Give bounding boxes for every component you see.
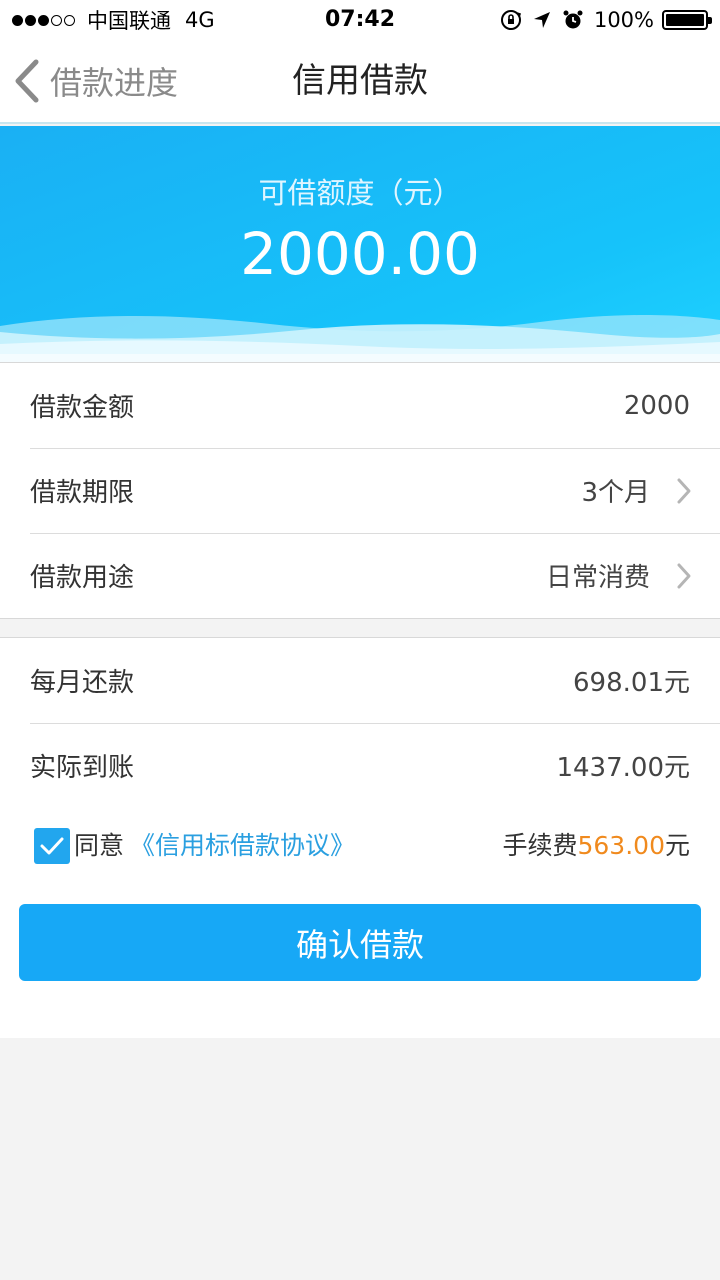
rotation-lock-icon xyxy=(500,9,522,31)
loan-details-section: 借款金额 2000 借款期限 3个月 借款用途 日常消费 xyxy=(0,362,720,619)
actual-received-label: 实际到账 xyxy=(30,753,135,783)
actual-received-row: 实际到账 1437.00元 xyxy=(0,723,720,808)
carrier-name: 中国联通 xyxy=(87,9,171,33)
network-type: 4G xyxy=(185,8,215,32)
chevron-right-icon xyxy=(677,478,691,504)
confirm-loan-button[interactable]: 确认借款 xyxy=(19,904,701,981)
monthly-repayment-row: 每月还款 698.01元 xyxy=(0,638,720,723)
status-left: 中国联通 4G xyxy=(12,0,215,40)
loan-term-value: 3个月 xyxy=(581,478,650,508)
monthly-repayment-value: 698.01元 xyxy=(573,668,690,698)
loan-amount-label: 借款金额 xyxy=(30,393,135,423)
location-arrow-icon xyxy=(532,10,552,30)
back-button-label: 借款进度 xyxy=(50,64,179,102)
agree-checkbox[interactable] xyxy=(34,828,70,864)
back-button[interactable]: 借款进度 xyxy=(14,58,178,104)
service-fee: 手续费563.00元 xyxy=(502,828,690,864)
signal-strength-icon xyxy=(12,14,77,26)
loan-amount-row: 借款金额 2000 xyxy=(0,363,720,448)
battery-icon xyxy=(662,10,712,30)
loan-purpose-value: 日常消费 xyxy=(545,563,650,593)
service-fee-amount: 563.00 xyxy=(577,831,665,860)
agree-label: 同意 xyxy=(74,831,125,860)
wave-decoration xyxy=(0,315,720,362)
credit-limit-amount: 2000.00 xyxy=(240,220,480,288)
monthly-repayment-label: 每月还款 xyxy=(30,668,135,698)
status-right: 100% xyxy=(490,0,712,40)
actual-received-value: 1437.00元 xyxy=(556,753,690,783)
repayment-section: 每月还款 698.01元 实际到账 1437.00元 xyxy=(0,637,720,809)
alarm-clock-icon xyxy=(562,9,584,31)
loan-term-label: 借款期限 xyxy=(30,478,135,508)
credit-limit-label: 可借额度（元） xyxy=(258,176,462,210)
navigation-bar: 借款进度 信用借款 xyxy=(0,40,720,124)
loan-purpose-label: 借款用途 xyxy=(30,563,135,593)
service-fee-label: 手续费 xyxy=(502,831,578,860)
loan-purpose-row[interactable]: 借款用途 日常消费 xyxy=(0,533,720,618)
agreement-link[interactable]: 《信用标借款协议》 xyxy=(130,828,355,864)
chevron-right-icon xyxy=(677,563,691,589)
credit-limit-banner: 可借额度（元） 2000.00 xyxy=(0,126,720,362)
checkmark-icon xyxy=(40,837,64,855)
agreement-area: 同意 《信用标借款协议》 手续费563.00元 确认借款 xyxy=(0,808,720,1038)
status-bar: 中国联通 4G 07:42 100% xyxy=(0,0,720,40)
service-fee-unit: 元 xyxy=(664,831,690,860)
battery-percent: 100% xyxy=(593,8,654,32)
chevron-left-icon xyxy=(15,59,39,103)
loan-amount-value: 2000 xyxy=(623,390,690,421)
loan-term-row[interactable]: 借款期限 3个月 xyxy=(0,448,720,533)
